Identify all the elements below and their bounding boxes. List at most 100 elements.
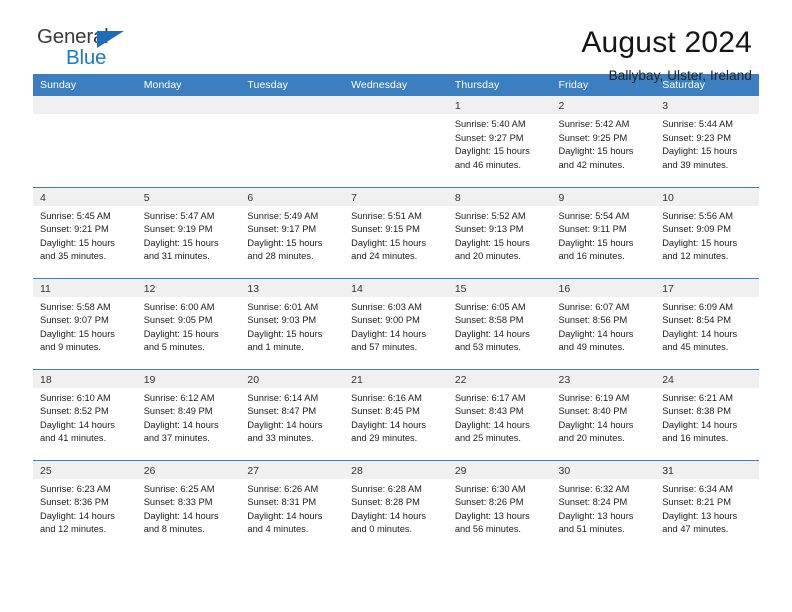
calendar-body: 1 Sunrise: 5:40 AM Sunset: 9:27 PM Daylight…: [33, 96, 759, 551]
calendar-day-cell-empty: [240, 96, 345, 187]
sunrise-text: Sunrise: 6:17 AM: [454, 392, 526, 403]
calendar-day-cell[interactable]: 22 Sunrise: 6:17 AM Sunset: 8:43 PM Dayligh…: [447, 368, 552, 460]
sunrise-sunset-calendar: Sunday Monday Tuesday Wednesday Thursday…: [33, 74, 759, 551]
calendar-day-cell[interactable]: 25 Sunrise: 6:23 AM Sunset: 8:36 PM Dayligh…: [33, 459, 137, 551]
sunset-text: Sunset: 8:21 PM: [662, 497, 731, 508]
calendar-day-cell[interactable]: 20 Sunrise: 6:14 AM Sunset: 8:47 PM Dayligh…: [240, 368, 345, 460]
calendar-day-cell[interactable]: 27 Sunrise: 6:26 AM Sunset: 8:31 PM Dayligh…: [240, 459, 345, 551]
sunrise-text: Sunrise: 5:40 AM: [454, 119, 526, 129]
calendar-day-cell[interactable]: 29 Sunrise: 6:30 AM Sunset: 8:26 PM Dayligh…: [447, 459, 552, 551]
day-number: 10: [655, 187, 759, 206]
weekday-header-tuesday: Tuesday: [240, 74, 345, 96]
calendar-day-cell[interactable]: 4 Sunrise: 5:45 AM Sunset: 9:21 PM Daylight…: [33, 186, 137, 278]
daylight-text: Daylight: 15 hours and 39 minutes.: [662, 146, 738, 170]
day-details: Sunrise: 6:19 AM Sunset: 8:40 PM Daylight:…: [552, 388, 656, 446]
calendar-day-cell[interactable]: 16 Sunrise: 6:07 AM Sunset: 8:56 PM Dayligh…: [551, 277, 656, 369]
day-details: Sunrise: 6:12 AM Sunset: 8:49 PM Daylight:…: [137, 388, 241, 446]
day-number: 15: [447, 278, 552, 297]
calendar-day-cell[interactable]: 5 Sunrise: 5:47 AM Sunset: 9:19 PM Daylight…: [136, 186, 241, 278]
sunset-text: Sunset: 9:03 PM: [247, 315, 317, 326]
calendar-day-cell[interactable]: 21 Sunrise: 6:16 AM Sunset: 8:45 PM Dayligh…: [344, 368, 448, 460]
sunrise-text: Sunrise: 6:09 AM: [662, 301, 734, 312]
daylight-text: Daylight: 15 hours and 1 minute.: [247, 328, 323, 353]
calendar-day-cell[interactable]: 2 Sunrise: 5:42 AM Sunset: 9:25 PM Daylight…: [551, 96, 656, 187]
day-number: 26: [136, 460, 241, 479]
day-details: Sunrise: 6:07 AM Sunset: 8:56 PM Daylight:…: [552, 297, 656, 355]
calendar-page: General Blue August 2024 Ballybay, Ulste…: [0, 0, 792, 612]
calendar-day-cell[interactable]: 31 Sunrise: 6:34 AM Sunset: 8:21 PM Dayligh…: [655, 459, 759, 551]
calendar-day-cell[interactable]: 15 Sunrise: 6:05 AM Sunset: 8:58 PM Dayligh…: [447, 277, 552, 369]
general-blue-logo[interactable]: General Blue: [33, 26, 157, 74]
sunset-text: Sunset: 9:05 PM: [143, 315, 213, 326]
calendar-day-cell[interactable]: 26 Sunrise: 6:25 AM Sunset: 8:33 PM Dayligh…: [136, 459, 241, 551]
calendar-week-row: 4 Sunrise: 5:45 AM Sunset: 9:21 PM Daylight…: [33, 186, 759, 278]
day-number: 13: [240, 278, 345, 297]
day-number: 19: [136, 369, 241, 388]
calendar-day-cell[interactable]: 17 Sunrise: 6:09 AM Sunset: 8:54 PM Dayligh…: [655, 277, 759, 369]
day-number: [33, 96, 137, 114]
logo-triangle-icon: [97, 31, 124, 48]
sunset-text: Sunset: 8:36 PM: [40, 497, 109, 508]
sunset-text: Sunset: 9:25 PM: [558, 132, 628, 143]
calendar-day-cell[interactable]: 11 Sunrise: 5:58 AM Sunset: 9:07 PM Dayligh…: [33, 277, 137, 369]
calendar-day-cell[interactable]: 28 Sunrise: 6:28 AM Sunset: 8:28 PM Dayligh…: [344, 459, 448, 551]
sunrise-text: Sunrise: 6:32 AM: [558, 483, 630, 494]
calendar-day-cell[interactable]: 10 Sunrise: 5:56 AM Sunset: 9:09 PM Dayligh…: [655, 186, 759, 278]
daylight-text: Daylight: 14 hours and 12 minutes.: [40, 510, 115, 535]
calendar-day-cell[interactable]: 30 Sunrise: 6:32 AM Sunset: 8:24 PM Dayligh…: [551, 459, 656, 551]
sunset-text: Sunset: 9:23 PM: [662, 132, 731, 143]
calendar-day-cell-empty: [136, 96, 241, 187]
day-details: Sunrise: 5:52 AM Sunset: 9:13 PM Daylight:…: [448, 206, 552, 264]
sunrise-text: Sunrise: 6:25 AM: [143, 483, 215, 494]
day-number: 9: [551, 187, 656, 206]
sunset-text: Sunset: 8:49 PM: [143, 406, 213, 417]
daylight-text: Daylight: 15 hours and 42 minutes.: [558, 146, 634, 170]
daylight-text: Daylight: 15 hours and 5 minutes.: [143, 328, 219, 353]
weekday-header-sunday: Sunday: [33, 74, 137, 96]
calendar-day-cell[interactable]: 9 Sunrise: 5:54 AM Sunset: 9:11 PM Daylight…: [551, 186, 656, 278]
sunrise-text: Sunrise: 6:14 AM: [247, 392, 319, 403]
day-number: 17: [655, 278, 759, 297]
sunset-text: Sunset: 8:58 PM: [454, 315, 524, 326]
calendar-day-cell[interactable]: 6 Sunrise: 5:49 AM Sunset: 9:17 PM Daylight…: [240, 186, 345, 278]
calendar-day-cell[interactable]: 13 Sunrise: 6:01 AM Sunset: 9:03 PM Dayligh…: [240, 277, 345, 369]
calendar-day-cell[interactable]: 23 Sunrise: 6:19 AM Sunset: 8:40 PM Dayligh…: [551, 368, 656, 460]
daylight-text: Daylight: 14 hours and 29 minutes.: [351, 419, 427, 444]
sunrise-text: Sunrise: 6:28 AM: [351, 483, 422, 494]
daylight-text: Daylight: 14 hours and 53 minutes.: [454, 328, 530, 353]
day-details: Sunrise: 6:00 AM Sunset: 9:05 PM Daylight:…: [137, 297, 241, 355]
day-details: Sunrise: 5:49 AM Sunset: 9:17 PM Daylight:…: [240, 206, 344, 264]
daylight-text: Daylight: 15 hours and 9 minutes.: [40, 328, 115, 353]
calendar-day-cell[interactable]: 14 Sunrise: 6:03 AM Sunset: 9:00 PM Dayligh…: [344, 277, 448, 369]
daylight-text: Daylight: 14 hours and 25 minutes.: [454, 419, 530, 444]
sunset-text: Sunset: 8:24 PM: [558, 497, 628, 508]
sunset-text: Sunset: 8:45 PM: [351, 406, 420, 417]
calendar-day-cell[interactable]: 19 Sunrise: 6:12 AM Sunset: 8:49 PM Dayligh…: [136, 368, 241, 460]
sunset-text: Sunset: 8:26 PM: [454, 497, 524, 508]
calendar-day-cell[interactable]: 7 Sunrise: 5:51 AM Sunset: 9:15 PM Daylight…: [344, 186, 448, 278]
daylight-text: Daylight: 13 hours and 47 minutes.: [662, 510, 738, 535]
day-number: 2: [551, 96, 656, 114]
sunset-text: Sunset: 8:28 PM: [351, 497, 420, 508]
day-details: Sunrise: 6:25 AM Sunset: 8:33 PM Daylight:…: [137, 479, 241, 537]
daylight-text: Daylight: 15 hours and 12 minutes.: [662, 237, 738, 262]
day-number: 29: [447, 460, 552, 479]
calendar-day-cell[interactable]: 12 Sunrise: 6:00 AM Sunset: 9:05 PM Dayligh…: [136, 277, 241, 369]
sunrise-text: Sunrise: 6:16 AM: [351, 392, 422, 403]
weekday-header-thursday: Thursday: [447, 74, 552, 96]
sunset-text: Sunset: 9:15 PM: [351, 224, 420, 235]
sunset-text: Sunset: 8:52 PM: [40, 406, 109, 417]
calendar-day-cell[interactable]: 3 Sunrise: 5:44 AM Sunset: 9:23 PM Daylight…: [655, 96, 759, 187]
sunrise-text: Sunrise: 6:10 AM: [40, 392, 111, 403]
calendar-day-cell[interactable]: 18 Sunrise: 6:10 AM Sunset: 8:52 PM Dayligh…: [33, 368, 137, 460]
sunset-text: Sunset: 9:21 PM: [40, 224, 109, 235]
calendar-day-cell[interactable]: 8 Sunrise: 5:52 AM Sunset: 9:13 PM Daylight…: [447, 186, 552, 278]
day-number: 23: [551, 369, 656, 388]
calendar-day-cell[interactable]: 24 Sunrise: 6:21 AM Sunset: 8:38 PM Dayligh…: [655, 368, 759, 460]
calendar-day-cell[interactable]: 1 Sunrise: 5:40 AM Sunset: 9:27 PM Daylight…: [447, 96, 552, 187]
sunrise-text: Sunrise: 6:21 AM: [662, 392, 734, 403]
sunrise-text: Sunrise: 5:42 AM: [558, 119, 630, 129]
sunset-text: Sunset: 8:33 PM: [143, 497, 213, 508]
daylight-text: Daylight: 15 hours and 24 minutes.: [351, 237, 427, 262]
daylight-text: Daylight: 14 hours and 33 minutes.: [247, 419, 323, 444]
